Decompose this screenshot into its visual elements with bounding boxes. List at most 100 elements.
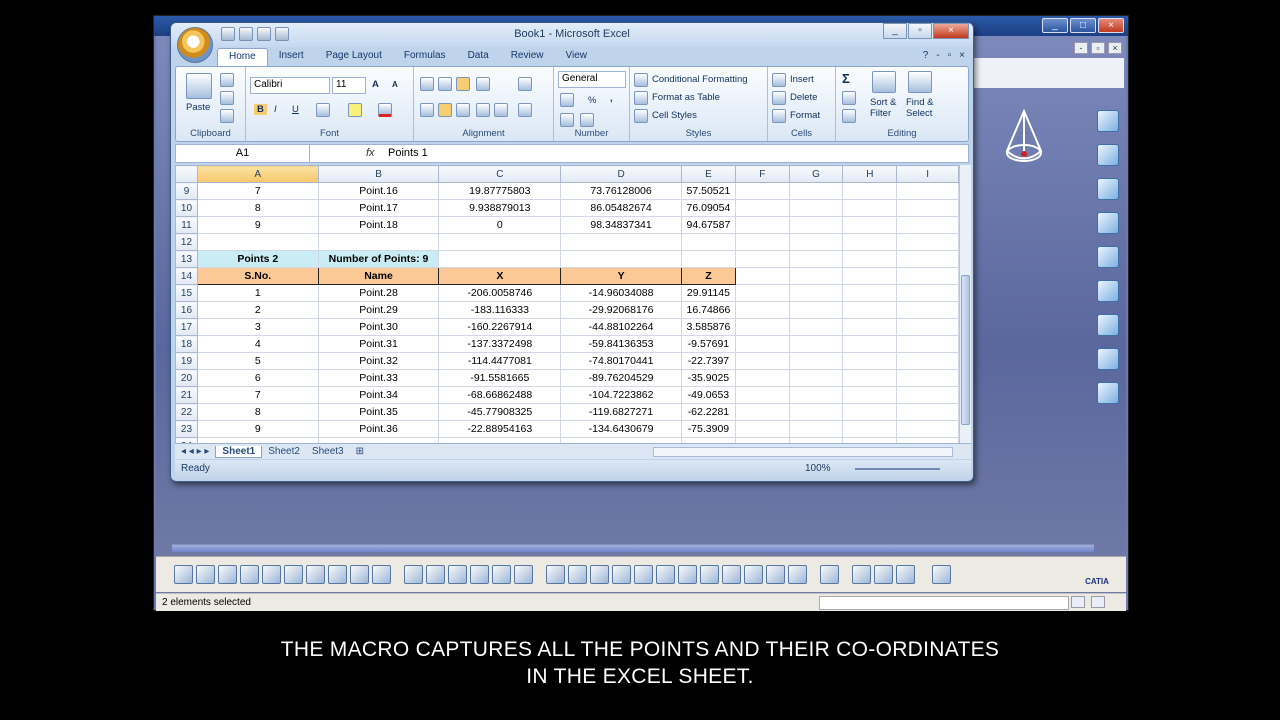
horizontal-scrollbar[interactable] — [653, 447, 953, 457]
cell[interactable] — [560, 233, 682, 251]
cell[interactable] — [842, 420, 898, 438]
redo-icon[interactable] — [350, 565, 369, 584]
command-button[interactable] — [1071, 596, 1085, 608]
cell[interactable]: Point.29 — [317, 301, 440, 319]
cell[interactable] — [896, 335, 959, 353]
redo-icon[interactable] — [257, 27, 271, 41]
cell[interactable]: 2 — [196, 301, 319, 319]
cell[interactable] — [842, 182, 898, 200]
row-header[interactable]: 22 — [175, 403, 198, 421]
cell[interactable]: -62.2281 — [680, 403, 736, 421]
cell[interactable]: 57.50521 — [680, 182, 736, 200]
cell[interactable] — [734, 182, 790, 200]
minimize-button[interactable]: _ — [883, 23, 907, 39]
insert-function-button[interactable]: fx — [366, 147, 375, 159]
sort-filter-icon[interactable] — [872, 71, 896, 93]
cell-styles-icon[interactable] — [634, 109, 648, 123]
cell[interactable]: X — [438, 267, 562, 285]
paste-label[interactable]: Paste — [186, 102, 210, 113]
cell[interactable]: 9 — [196, 216, 319, 234]
new-file-icon[interactable] — [174, 565, 193, 584]
cell[interactable]: 3.585876 — [680, 318, 736, 336]
paste-icon[interactable] — [306, 565, 325, 584]
row-header[interactable]: 23 — [175, 420, 198, 438]
cell[interactable] — [896, 199, 959, 217]
grow-font-button[interactable]: A — [372, 79, 379, 90]
sheet-nav-buttons[interactable]: ◂ ◂ ▸ ▸ — [175, 446, 215, 457]
column-header[interactable]: C — [438, 165, 562, 183]
cell[interactable]: -35.9025 — [680, 369, 736, 387]
cell[interactable] — [788, 233, 844, 251]
copy-icon[interactable] — [284, 565, 303, 584]
cell[interactable] — [788, 386, 844, 404]
cell[interactable] — [788, 199, 844, 217]
close-button[interactable]: × — [933, 23, 969, 39]
cell[interactable] — [788, 318, 844, 336]
comma-button[interactable]: , — [610, 93, 613, 104]
wrap-text-icon[interactable] — [518, 77, 532, 91]
insert-button[interactable]: Insert — [790, 74, 814, 85]
cell[interactable] — [896, 301, 959, 319]
cell[interactable] — [842, 199, 898, 217]
cell[interactable] — [896, 369, 959, 387]
align-left-icon[interactable] — [420, 103, 434, 117]
cell[interactable]: Point.32 — [317, 352, 440, 370]
cell[interactable]: -59.84136353 — [560, 335, 682, 353]
select-all-corner[interactable] — [175, 165, 198, 183]
fill-icon[interactable] — [842, 91, 856, 105]
zoom-slider[interactable] — [855, 468, 940, 470]
cell[interactable] — [734, 386, 790, 404]
command-stop-button[interactable] — [1091, 596, 1105, 608]
cell[interactable]: 8 — [196, 403, 319, 421]
cell[interactable] — [680, 250, 736, 268]
column-header[interactable]: F — [734, 165, 790, 183]
cell[interactable] — [680, 233, 736, 251]
row-header[interactable]: 15 — [175, 284, 198, 302]
cell[interactable]: Point.33 — [317, 369, 440, 387]
row-header[interactable]: 18 — [175, 335, 198, 353]
column-header[interactable]: E — [680, 165, 736, 183]
cell[interactable] — [734, 250, 790, 268]
cell[interactable] — [734, 420, 790, 438]
views-icon[interactable] — [700, 565, 719, 584]
cell[interactable] — [734, 233, 790, 251]
cell[interactable] — [734, 284, 790, 302]
row-header[interactable]: 13 — [175, 250, 198, 268]
cell[interactable]: Y — [560, 267, 682, 285]
cell[interactable]: 76.09054 — [680, 199, 736, 217]
cell[interactable]: -49.0653 — [680, 386, 736, 404]
formula-icon[interactable] — [404, 565, 423, 584]
cell[interactable]: -44.88102264 — [560, 318, 682, 336]
undo-icon[interactable] — [328, 565, 347, 584]
cell[interactable] — [788, 216, 844, 234]
sheet-tab-2[interactable]: Sheet2 — [262, 446, 306, 457]
italic-button[interactable]: I — [274, 104, 277, 115]
cell[interactable]: -29.92068176 — [560, 301, 682, 319]
cell[interactable]: 94.67587 — [680, 216, 736, 234]
row-header[interactable]: 9 — [175, 182, 198, 200]
surface-icon[interactable] — [1097, 280, 1119, 302]
cell[interactable]: -45.77908325 — [438, 403, 562, 421]
cell[interactable] — [896, 250, 959, 268]
line-icon[interactable] — [1097, 212, 1119, 234]
center-icon[interactable] — [438, 103, 452, 117]
plane-icon[interactable] — [1097, 246, 1119, 268]
format-painter-icon[interactable] — [220, 109, 234, 123]
format-button[interactable]: Format — [790, 110, 820, 121]
cell[interactable] — [788, 403, 844, 421]
cell[interactable]: 7 — [196, 182, 319, 200]
cell[interactable]: Point.31 — [317, 335, 440, 353]
cell[interactable] — [896, 233, 959, 251]
hide-show-icon[interactable] — [766, 565, 785, 584]
cell[interactable] — [734, 369, 790, 387]
compass-icon[interactable] — [999, 106, 1049, 176]
cell[interactable]: 9 — [196, 420, 319, 438]
tree-icon[interactable] — [470, 565, 489, 584]
cell[interactable] — [896, 267, 959, 285]
cell[interactable]: 1 — [196, 284, 319, 302]
save-icon[interactable] — [221, 27, 235, 41]
undo-icon[interactable] — [239, 27, 253, 41]
cell[interactable]: -114.4477081 — [438, 352, 562, 370]
circle-icon[interactable] — [1097, 314, 1119, 336]
cell[interactable]: -75.3909 — [680, 420, 736, 438]
